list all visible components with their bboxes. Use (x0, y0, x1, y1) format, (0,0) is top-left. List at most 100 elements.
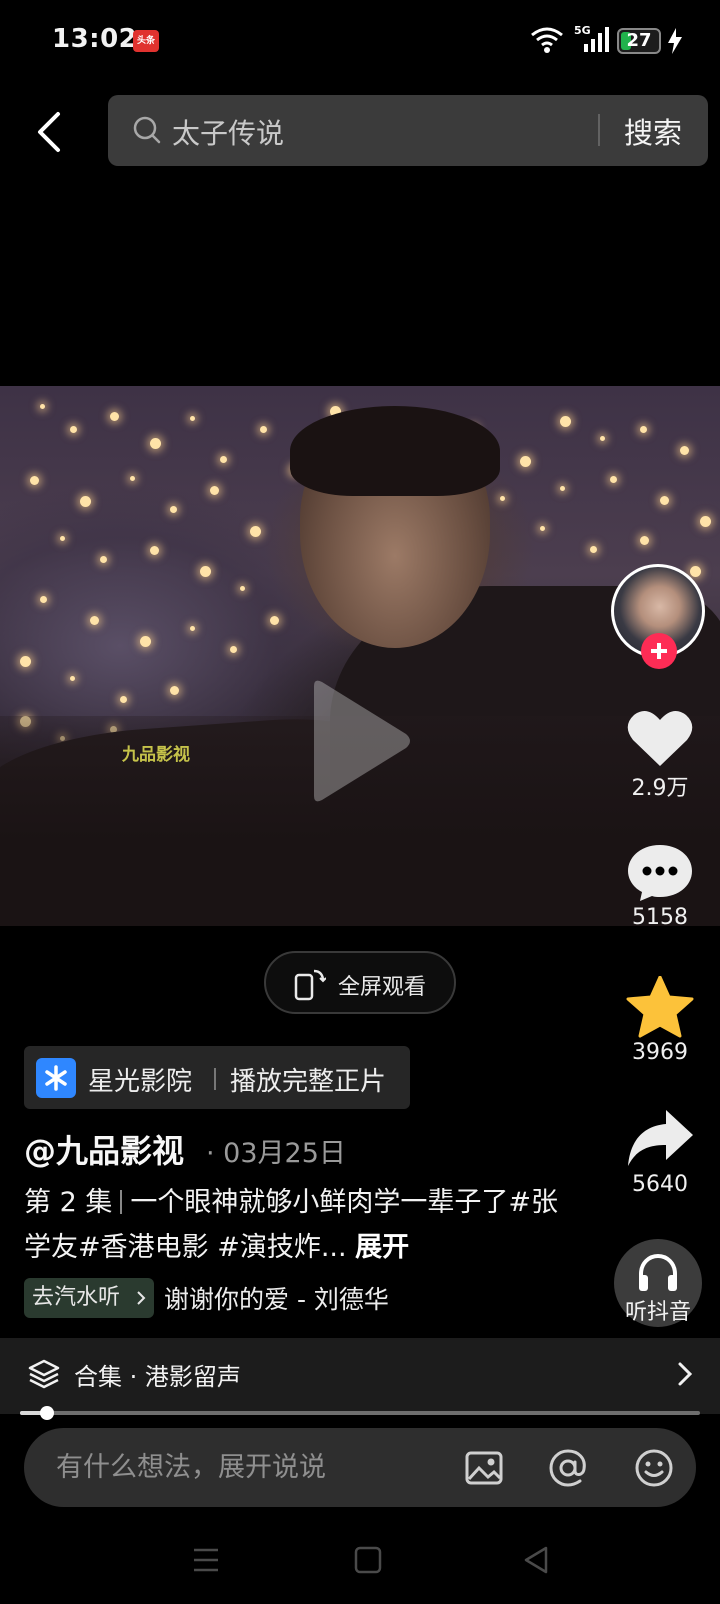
search-query[interactable]: 太子传说 (172, 112, 284, 152)
listen-label: 听抖音 (624, 1300, 691, 1325)
bokeh-light (40, 596, 47, 603)
bokeh-light (130, 476, 135, 481)
comment-icon (628, 845, 692, 901)
post-date: · 03月25日 (206, 1138, 346, 1169)
headphones-icon (639, 1253, 677, 1291)
music-app-label: 去汽水听 (32, 1285, 121, 1310)
search-button[interactable]: 搜索 (624, 110, 682, 152)
music-app-tag[interactable]: 去汽水听 (24, 1278, 154, 1318)
bokeh-light (70, 426, 77, 433)
bokeh-light (120, 696, 127, 703)
bokeh-light (590, 546, 597, 553)
emoji-icon[interactable] (634, 1448, 674, 1488)
bokeh-light (150, 546, 159, 555)
share-button[interactable]: 5640 (612, 1108, 708, 1197)
favorite-button[interactable]: 3969 (612, 976, 708, 1065)
bokeh-light (110, 412, 119, 421)
bokeh-light (140, 636, 151, 647)
video-progress-bar[interactable] (20, 1406, 700, 1420)
bokeh-light (560, 416, 571, 427)
bokeh-light (40, 404, 45, 409)
bokeh-light (220, 456, 227, 463)
status-bar: 13:02 头条 5G 27 (0, 0, 720, 82)
bokeh-light (210, 486, 219, 495)
back-icon[interactable] (28, 106, 72, 158)
bokeh-light (230, 646, 237, 653)
bokeh-light (640, 426, 647, 433)
expand-link[interactable]: 展开 (355, 1232, 409, 1263)
bokeh-light (20, 656, 31, 667)
comment-count: 5158 (632, 905, 688, 930)
bokeh-light (540, 526, 545, 531)
bokeh-light (260, 426, 267, 433)
bokeh-light (190, 416, 195, 421)
image-icon[interactable] (464, 1448, 504, 1488)
like-count: 2.9万 (631, 776, 689, 801)
collection-bar[interactable]: 合集 · 港影留声 (0, 1338, 720, 1414)
bokeh-light (170, 506, 177, 513)
like-button[interactable]: 2.9万 (612, 708, 708, 802)
play-icon[interactable] (306, 678, 414, 804)
post-caption: 第 2 集一个眼神就够小鲜肉学一辈子了#张学友#香港电影 #演技炸... 展开 (24, 1180, 574, 1270)
bokeh-light (660, 496, 669, 505)
star-icon (626, 976, 694, 1038)
follow-button[interactable] (641, 633, 677, 669)
cinema-promo[interactable]: 星光影院 播放完整正片 (24, 1046, 410, 1109)
status-time: 13:02 (52, 24, 138, 54)
wifi-icon (531, 27, 563, 53)
author-name[interactable]: @九品影视 (24, 1126, 184, 1172)
battery-indicator: 27 (617, 28, 661, 54)
caption-divider (120, 1190, 123, 1214)
music-title[interactable]: 谢谢你的爱 - 刘德华 (164, 1280, 389, 1316)
fullscreen-icon (294, 969, 326, 1001)
promo-divider (214, 1068, 216, 1090)
bokeh-light (520, 456, 531, 467)
collection-label: 合集 · 港影留声 (74, 1363, 241, 1391)
layers-icon (28, 1359, 60, 1389)
video-watermark: 九品影视 (122, 745, 190, 765)
bokeh-light (200, 566, 211, 577)
bokeh-light (680, 446, 689, 455)
bokeh-light (600, 436, 605, 441)
favorite-count: 3969 (632, 1040, 688, 1065)
bokeh-light (500, 496, 505, 501)
comment-button[interactable]: 5158 (612, 843, 708, 930)
bokeh-light (240, 586, 245, 591)
nav-back-icon[interactable] (520, 1544, 552, 1576)
fullscreen-label: 全屏观看 (338, 975, 427, 1000)
bokeh-light (640, 536, 649, 545)
charging-icon (668, 28, 682, 54)
chevron-right-icon (137, 1291, 146, 1305)
bokeh-light (190, 626, 195, 631)
bokeh-light (610, 476, 617, 483)
bokeh-light (170, 686, 179, 695)
comment-bar (24, 1428, 696, 1507)
bokeh-light (100, 556, 107, 563)
bokeh-light (90, 616, 99, 625)
bokeh-light (250, 526, 261, 537)
bokeh-light (70, 676, 75, 681)
signal-icon (584, 27, 609, 52)
bokeh-light (270, 616, 279, 625)
app-notification-badge: 头条 (133, 30, 159, 52)
at-icon[interactable] (548, 1448, 588, 1488)
cinema-logo-icon (36, 1058, 76, 1098)
search-divider (598, 114, 600, 146)
battery-level: 27 (626, 30, 652, 51)
fullscreen-button[interactable]: 全屏观看 (264, 951, 456, 1014)
heart-icon (627, 711, 693, 766)
nav-menu-icon[interactable] (190, 1544, 222, 1576)
progress-thumb[interactable] (40, 1406, 55, 1420)
bokeh-light (80, 496, 91, 507)
nav-home-icon[interactable] (352, 1544, 384, 1576)
bokeh-light (700, 516, 711, 527)
comment-input[interactable] (56, 1442, 436, 1492)
episode-label[interactable]: 第 2 集 (24, 1187, 112, 1218)
share-count: 5640 (632, 1172, 688, 1197)
bokeh-light (150, 438, 161, 449)
search-bar[interactable]: 太子传说 搜索 (108, 95, 708, 166)
bokeh-light (60, 536, 65, 541)
bokeh-light (690, 566, 701, 577)
play-full-movie: 播放完整正片 (230, 1067, 387, 1097)
cinema-name: 星光影院 (88, 1067, 193, 1097)
